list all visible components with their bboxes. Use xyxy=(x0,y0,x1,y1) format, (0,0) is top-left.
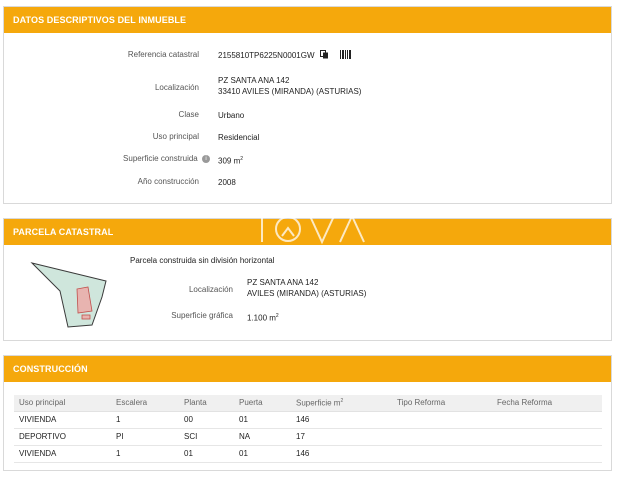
cell-uso: VIVIENDA xyxy=(14,445,111,463)
cell-fecha-reforma xyxy=(492,428,602,446)
col-fecha-reforma: Fecha Reforma xyxy=(492,395,602,412)
localizacion-line2: 33410 AVILES (MIRANDA) (ASTURIAS) xyxy=(218,87,362,96)
cell-puerta: 01 xyxy=(234,445,291,463)
cell-uso: VIVIENDA xyxy=(14,411,111,429)
cell-superficie: 146 xyxy=(291,445,392,463)
cell-tipo-reforma xyxy=(392,445,492,463)
building-annex-shape xyxy=(81,314,91,320)
parcela-localizacion-line2: AVILES (MIRANDA) (ASTURIAS) xyxy=(247,289,367,298)
anio-label: Año construcción xyxy=(137,177,199,186)
col-superficie-sup: 2 xyxy=(340,397,344,404)
cell-tipo-reforma xyxy=(392,428,492,446)
parcela-localizacion-line1: PZ SANTA ANA 142 xyxy=(247,278,319,287)
referencia-label: Referencia catastral xyxy=(127,50,199,59)
col-uso-principal: Uso principal xyxy=(14,395,111,412)
cell-planta: SCI xyxy=(179,428,234,446)
parcela-superficie-value: 1.100 m xyxy=(247,313,276,323)
cell-escalera: PI xyxy=(111,428,179,446)
col-puerta-label: Puerta xyxy=(239,398,263,408)
table-row: VIVIENDA 1 01 01 146 xyxy=(14,445,602,463)
info-icon[interactable]: i xyxy=(202,154,210,163)
referencia-value-wrap: 2155810TP6225N0001GW xyxy=(218,50,351,62)
cell-planta: 01 xyxy=(179,445,234,463)
col-escalera: Escalera xyxy=(111,395,179,412)
parcel-shape xyxy=(30,262,107,328)
superficie-value-wrap: 309 m2 xyxy=(218,154,243,167)
cell-escalera: 1 xyxy=(111,445,179,463)
superficie-label-wrap: Superficie construida i xyxy=(123,154,210,163)
datos-descriptivos-header: DATOS DESCRIPTIVOS DEL INMUEBLE xyxy=(4,7,611,33)
construccion-header: CONSTRUCCIÓN xyxy=(4,356,611,382)
cell-tipo-reforma xyxy=(392,411,492,429)
referencia-value: 2155810TP6225N0001GW xyxy=(218,51,315,61)
col-superficie-label: Superficie m xyxy=(296,398,341,408)
parcela-superficie-unit-sup: 2 xyxy=(275,313,279,319)
construccion-panel: CONSTRUCCIÓN Uso principal Escalera Plan… xyxy=(3,355,612,471)
superficie-unit-sup: 2 xyxy=(240,156,244,162)
table-row: DEPORTIVO PI SCI NA 17 xyxy=(14,428,602,446)
table-row: VIVIENDA 1 00 01 146 xyxy=(14,411,602,429)
localizacion-label: Localización xyxy=(154,83,199,92)
col-tipo-reforma: Tipo Reforma xyxy=(392,395,492,412)
col-planta: Planta xyxy=(179,395,234,412)
anio-value: 2008 xyxy=(218,178,236,187)
cell-fecha-reforma xyxy=(492,445,602,463)
cell-superficie: 146 xyxy=(291,411,392,429)
construccion-table: Uso principal Escalera Planta Puerta Sup… xyxy=(14,395,602,463)
localizacion-line1: PZ SANTA ANA 142 xyxy=(218,76,290,85)
col-puerta: Puerta xyxy=(234,395,291,412)
cell-puerta: NA xyxy=(234,428,291,446)
cell-superficie: 17 xyxy=(291,428,392,446)
parcela-superficie-value-wrap: 1.100 m2 xyxy=(247,311,279,324)
clase-value: Urbano xyxy=(218,111,245,120)
barcode-icon[interactable] xyxy=(339,50,351,62)
superficie-label: Superficie construida xyxy=(123,154,198,163)
cell-fecha-reforma xyxy=(492,411,602,429)
table-header-row: Uso principal Escalera Planta Puerta Sup… xyxy=(14,395,602,412)
cell-uso: DEPORTIVO xyxy=(14,428,111,446)
uso-value: Residencial xyxy=(218,133,260,142)
col-superficie: Superficie m2 xyxy=(291,395,392,412)
watermark-logo xyxy=(261,213,365,245)
uso-label: Uso principal xyxy=(152,132,199,141)
localizacion-value: PZ SANTA ANA 142 33410 AVILES (MIRANDA) … xyxy=(218,75,361,97)
copy-icon[interactable] xyxy=(319,50,329,62)
parcela-localizacion-label: Localización xyxy=(188,285,233,294)
parcel-map[interactable] xyxy=(30,259,114,329)
parcela-localizacion-value: PZ SANTA ANA 142 AVILES (MIRANDA) (ASTUR… xyxy=(247,277,366,299)
parcela-title: Parcela construida sin división horizont… xyxy=(130,256,275,265)
datos-descriptivos-panel: DATOS DESCRIPTIVOS DEL INMUEBLE Referenc… xyxy=(3,6,612,204)
clase-label: Clase xyxy=(178,110,199,119)
cell-planta: 00 xyxy=(179,411,234,429)
cell-escalera: 1 xyxy=(111,411,179,429)
parcela-superficie-label: Superficie gráfica xyxy=(171,311,233,320)
cell-puerta: 01 xyxy=(234,411,291,429)
superficie-value: 309 m xyxy=(218,156,241,166)
